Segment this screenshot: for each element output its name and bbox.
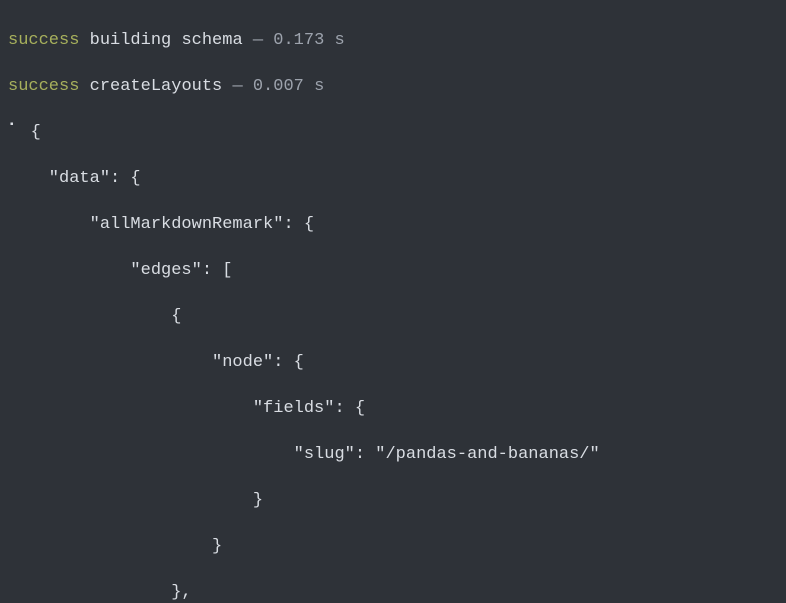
step-time: 0.007 s: [253, 77, 324, 96]
spinner-icon: ⠁ {: [8, 123, 41, 142]
log-line: success building schema — 0.173 s: [8, 29, 778, 52]
json-line: "edges": [: [8, 259, 778, 282]
step-name: source and transform nodes: [90, 0, 355, 4]
step-name: building schema: [90, 31, 243, 50]
separator: —: [243, 31, 274, 50]
terminal-output: success source and transform nodes — 0.1…: [0, 0, 786, 603]
status-label: success: [8, 31, 79, 50]
json-line: }: [8, 535, 778, 558]
separator: —: [222, 77, 253, 96]
status-label: success: [8, 77, 79, 96]
separator: —: [355, 0, 386, 4]
log-line: success createLayouts — 0.007 s: [8, 75, 778, 98]
json-line: {: [8, 305, 778, 328]
step-time: 0.173 s: [273, 31, 344, 50]
json-line: },: [8, 581, 778, 603]
json-line: "allMarkdownRemark": {: [8, 213, 778, 236]
step-time: 0.112 s: [385, 0, 456, 4]
json-line: "node": {: [8, 351, 778, 374]
log-line-partial: success source and transform nodes — 0.1…: [8, 0, 778, 6]
json-line: "data": {: [8, 167, 778, 190]
step-name: createLayouts: [90, 77, 223, 96]
json-line: "slug": "/pandas-and-bananas/": [8, 443, 778, 466]
json-line: ⠁ {: [8, 121, 778, 144]
json-line: }: [8, 489, 778, 512]
status-label: success: [8, 0, 79, 4]
json-line: "fields": {: [8, 397, 778, 420]
